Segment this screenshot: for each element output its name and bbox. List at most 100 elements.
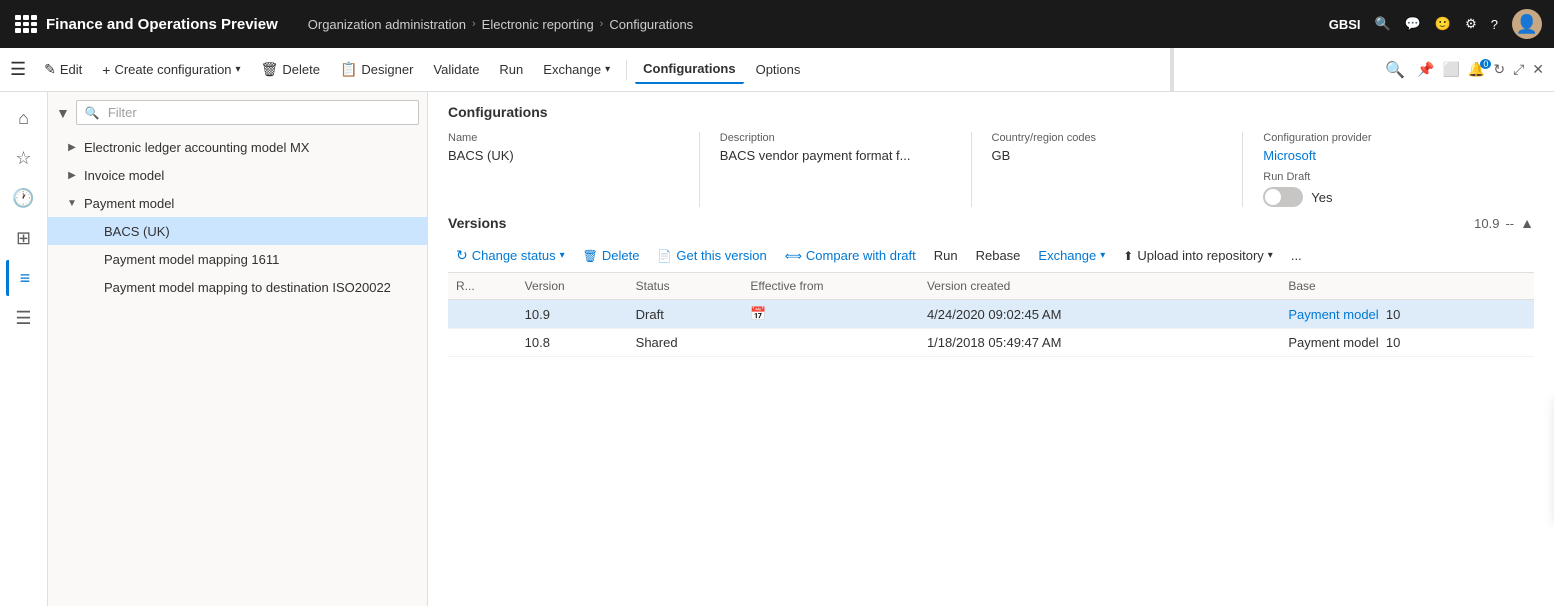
- breadcrumb-item-3[interactable]: Configurations: [609, 17, 693, 32]
- tree-item-elam[interactable]: ▶ Electronic ledger accounting model MX: [48, 133, 427, 161]
- filter-icon[interactable]: ▼: [56, 105, 70, 121]
- sidebar-menu2-icon[interactable]: ☰: [6, 300, 42, 336]
- close-icon[interactable]: ✕: [1532, 61, 1544, 78]
- top-bar: Finance and Operations Preview Organizat…: [0, 0, 1554, 48]
- table-row[interactable]: 10.9 Draft 📅 4/24/2020 09:02:45 AM Payme…: [448, 300, 1534, 329]
- sidebar-list-icon[interactable]: ≡: [6, 260, 42, 296]
- tree-item-payment[interactable]: ▼ Payment model: [48, 189, 427, 217]
- version-nav-sep: --: [1505, 216, 1514, 231]
- refresh-icon[interactable]: ↻: [1493, 61, 1505, 78]
- tree-item-pmm1611[interactable]: Payment model mapping 1611: [48, 245, 427, 273]
- expander-payment: ▼: [64, 195, 80, 211]
- config-header: Configurations Name BACS (UK) Descriptio…: [428, 92, 1554, 215]
- get-version-button[interactable]: 📄 Get this version: [649, 244, 774, 267]
- delete-button[interactable]: 🗑 Delete: [253, 55, 328, 84]
- versions-exchange-button[interactable]: Exchange ▾: [1030, 244, 1113, 267]
- cmd-search-area: 🔍: [1385, 60, 1405, 80]
- tree-filter-bar: ▼ 🔍 Filter: [48, 92, 427, 133]
- exchange-button[interactable]: Exchange ▾: [535, 56, 618, 83]
- app-grid-icon[interactable]: [12, 12, 36, 36]
- avatar[interactable]: 👤: [1512, 9, 1542, 39]
- tree-item-label-bacs: BACS (UK): [104, 224, 170, 239]
- create-config-button[interactable]: + Create configuration ▾: [94, 56, 248, 84]
- config-field-country: Country/region codes GB: [992, 132, 1244, 207]
- tree-item-label-pmmiso: Payment model mapping to destination ISO…: [104, 280, 391, 295]
- settings-icon[interactable]: ⚙: [1465, 16, 1477, 32]
- breadcrumb-item-2[interactable]: Electronic reporting: [482, 17, 594, 32]
- table-row[interactable]: 10.8 Shared 1/18/2018 05:49:47 AM Paymen…: [448, 329, 1534, 357]
- sidebar-grid-icon[interactable]: ⊞: [6, 220, 42, 256]
- run-draft-toggle[interactable]: [1263, 187, 1303, 207]
- rebase-button[interactable]: Rebase: [968, 244, 1029, 267]
- versions-section: Versions 10.9 -- ▲ ↻ Change status ▾ 🗑 D…: [428, 215, 1554, 606]
- description-label: Description: [720, 132, 951, 144]
- configurations-tab-button[interactable]: Configurations: [635, 55, 743, 84]
- options-button[interactable]: Options: [748, 56, 809, 83]
- versions-run-button[interactable]: Run: [926, 244, 966, 267]
- notification-icon[interactable]: 🔔0: [1468, 61, 1485, 78]
- col-header-status: Status: [628, 273, 743, 300]
- tree-item-invoice[interactable]: ▶ Invoice model: [48, 161, 427, 189]
- filter-input[interactable]: 🔍 Filter: [76, 100, 419, 125]
- validate-button[interactable]: Validate: [425, 56, 487, 83]
- versions-table-header: R... Version Status Effective from Versi…: [448, 273, 1534, 300]
- name-label: Name: [448, 132, 679, 144]
- provider-label: Configuration provider: [1263, 132, 1494, 144]
- upload-repository-button[interactable]: ⬆ Upload into repository ▾: [1115, 244, 1281, 267]
- tree-item-label-pmm1611: Payment model mapping 1611: [104, 252, 279, 267]
- breadcrumb-item-1[interactable]: Organization administration: [308, 17, 466, 32]
- col-header-base: Base: [1280, 273, 1534, 300]
- edit-button[interactable]: ✎ Edit: [36, 55, 90, 84]
- breadcrumb-sep-1: ›: [472, 18, 476, 30]
- help-icon[interactable]: ?: [1491, 17, 1498, 32]
- main-layout: ⌂ ☆ 🕐 ⊞ ≡ ☰ ▼ 🔍 Filter ▶ Electronic ledg…: [0, 92, 1554, 606]
- dropdown-arrow-create: ▾: [236, 64, 241, 75]
- config-field-description: Description BACS vendor payment format f…: [720, 132, 972, 207]
- calendar-icon: 📅: [750, 306, 766, 321]
- change-status-button[interactable]: ↻ Change status ▾: [448, 243, 573, 268]
- more-button[interactable]: ...: [1283, 244, 1310, 267]
- pin-icon[interactable]: 📌: [1417, 61, 1434, 78]
- sidebar-home-icon[interactable]: ⌂: [6, 100, 42, 136]
- expand-icon[interactable]: ⤢: [1513, 61, 1524, 78]
- version-nav-up[interactable]: ▲: [1520, 215, 1534, 231]
- content-panel: Configurations Name BACS (UK) Descriptio…: [428, 92, 1554, 606]
- org-label: GBSI: [1329, 17, 1361, 32]
- provider-value[interactable]: Microsoft: [1263, 148, 1494, 163]
- smiley-icon[interactable]: 🙂: [1435, 16, 1451, 32]
- tree-item-pmmiso[interactable]: Payment model mapping to destination ISO…: [48, 273, 427, 301]
- run-button[interactable]: Run: [491, 56, 531, 83]
- expander-bacs: [84, 223, 100, 239]
- versions-delete-button[interactable]: 🗑 Delete: [575, 244, 648, 267]
- description-value: BACS vendor payment format f...: [720, 148, 951, 163]
- cell-version-2: 10.8: [517, 329, 628, 357]
- plus-icon: +: [102, 62, 110, 78]
- versions-nav: 10.9 -- ▲: [1474, 215, 1534, 231]
- toggle-thumb: [1265, 189, 1281, 205]
- cmd-separator: [626, 60, 627, 80]
- sidebar-toggle-icon[interactable]: ⬜: [1442, 61, 1459, 78]
- hamburger-icon[interactable]: ☰: [10, 59, 26, 80]
- designer-button[interactable]: 📋 Designer: [332, 55, 421, 84]
- cell-r-1: [448, 300, 517, 329]
- breadcrumb-sep-2: ›: [600, 18, 604, 30]
- config-field-provider: Configuration provider Microsoft Run Dra…: [1263, 132, 1514, 207]
- chat-icon[interactable]: 💬: [1405, 16, 1421, 32]
- app-title: Finance and Operations Preview: [46, 16, 278, 33]
- tree-item-bacs[interactable]: BACS (UK): [48, 217, 427, 245]
- country-label: Country/region codes: [992, 132, 1223, 144]
- cmd-search-icon[interactable]: 🔍: [1385, 62, 1405, 79]
- sidebar-star-icon[interactable]: ☆: [6, 140, 42, 176]
- sidebar-clock-icon[interactable]: 🕐: [6, 180, 42, 216]
- breadcrumb: Organization administration › Electronic…: [308, 17, 693, 32]
- base-link-1[interactable]: Payment model: [1288, 307, 1378, 322]
- compare-draft-button[interactable]: ⟺ Compare with draft: [777, 244, 924, 267]
- expander-pmm1611: [84, 251, 100, 267]
- col-header-version: Version: [517, 273, 628, 300]
- config-section-title: Configurations: [448, 104, 1534, 120]
- search-icon[interactable]: 🔍: [1375, 16, 1391, 32]
- tree-item-label-payment: Payment model: [84, 196, 174, 211]
- compare-icon: ⟺: [785, 249, 802, 263]
- base-num-1: 10: [1386, 307, 1400, 322]
- config-fields: Name BACS (UK) Description BACS vendor p…: [448, 132, 1534, 207]
